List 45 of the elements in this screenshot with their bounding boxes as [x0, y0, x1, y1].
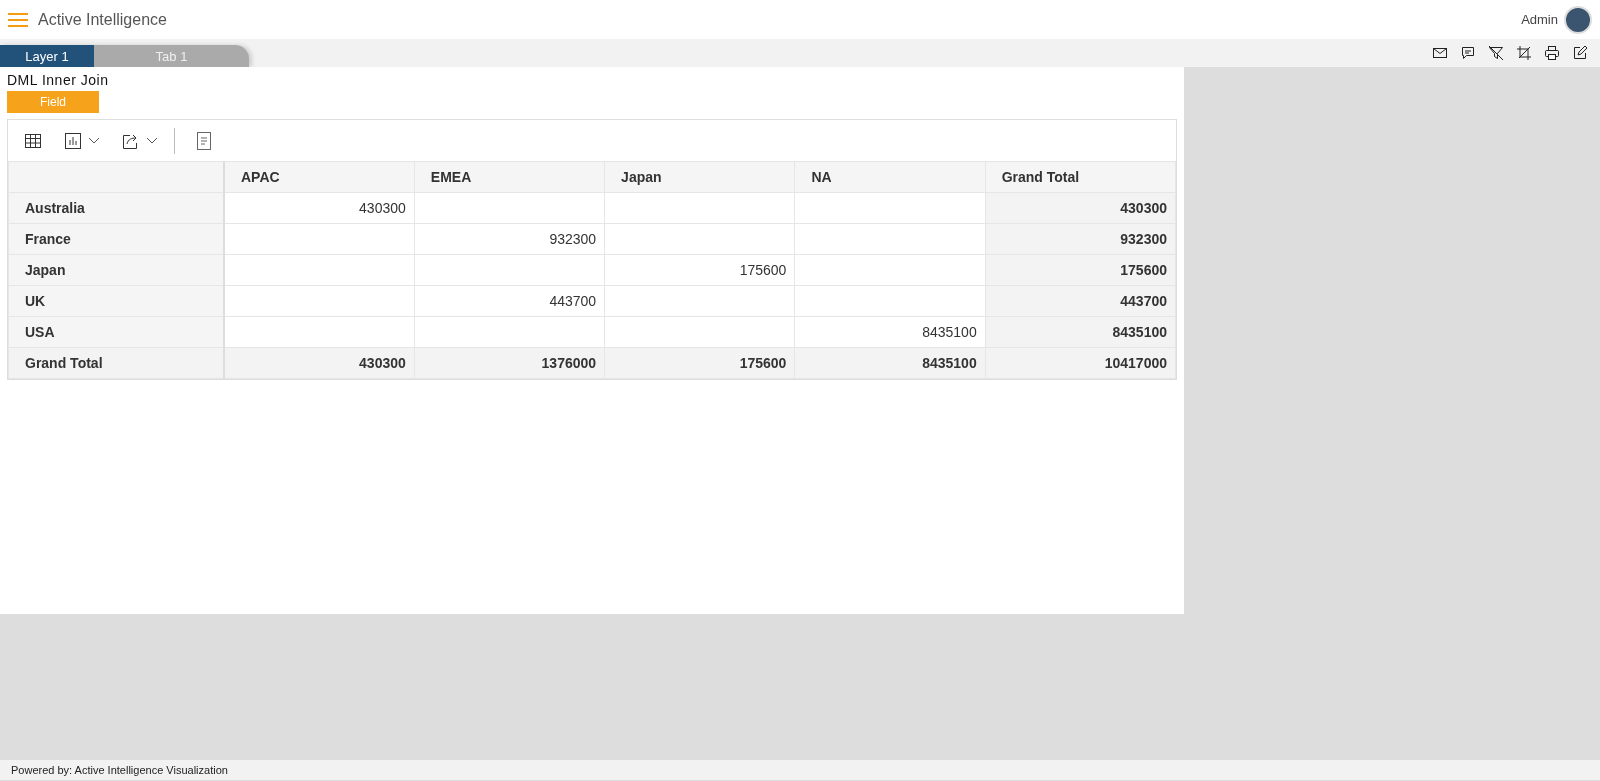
row-header: UK: [8, 285, 224, 317]
table-cell: 443700: [985, 285, 1176, 317]
table-cell: 1376000: [414, 347, 605, 379]
column-header: APAC: [224, 161, 415, 193]
document-icon[interactable]: [197, 131, 211, 150]
row-header: Australia: [8, 192, 224, 224]
table-cell: 8435100: [794, 347, 986, 379]
row-header: France: [8, 223, 224, 255]
table-cell: 8435100: [985, 316, 1176, 348]
table-cell: 10417000: [985, 347, 1176, 379]
column-header: EMEA: [414, 161, 605, 193]
comment-icon[interactable]: [1460, 45, 1476, 61]
field-button[interactable]: Field: [7, 91, 99, 113]
app-title: Active Intelligence: [38, 10, 167, 29]
filter-off-icon[interactable]: [1488, 45, 1504, 61]
table-cell: 430300: [224, 192, 415, 224]
column-header: Grand Total: [985, 161, 1176, 193]
crop-icon[interactable]: [1516, 45, 1532, 61]
table-cell: 932300: [985, 223, 1176, 255]
tab[interactable]: Layer 1: [0, 45, 94, 67]
print-icon[interactable]: [1544, 45, 1560, 61]
table-cell: 175600: [985, 254, 1176, 286]
row-header: Grand Total: [8, 347, 224, 379]
table-icon[interactable]: [24, 131, 42, 150]
table-cell: 175600: [604, 347, 795, 379]
mail-icon[interactable]: [1432, 45, 1448, 61]
table-cell: 175600: [604, 254, 795, 286]
table-cell: 932300: [414, 223, 605, 255]
bar-chart-icon[interactable]: [64, 131, 82, 150]
edit-icon[interactable]: [1572, 45, 1588, 61]
table-cell: 430300: [985, 192, 1176, 224]
tab[interactable]: Tab 1: [94, 45, 249, 67]
avatar[interactable]: [1564, 5, 1592, 34]
table-cell: 443700: [414, 285, 605, 317]
caret-icon[interactable]: [146, 136, 158, 145]
table-cell: 430300: [224, 347, 415, 379]
table-cell: 8435100: [794, 316, 986, 348]
row-header: USA: [8, 316, 224, 348]
user-name: Admin: [1521, 12, 1558, 27]
row-header: Japan: [8, 254, 224, 286]
caret-icon[interactable]: [88, 136, 100, 145]
status-bar: Powered by: Active Intelligence Visualization: [0, 760, 1600, 780]
column-header: Japan: [604, 161, 795, 193]
report-title: DML Inner Join: [7, 72, 110, 88]
column-header: NA: [794, 161, 986, 193]
